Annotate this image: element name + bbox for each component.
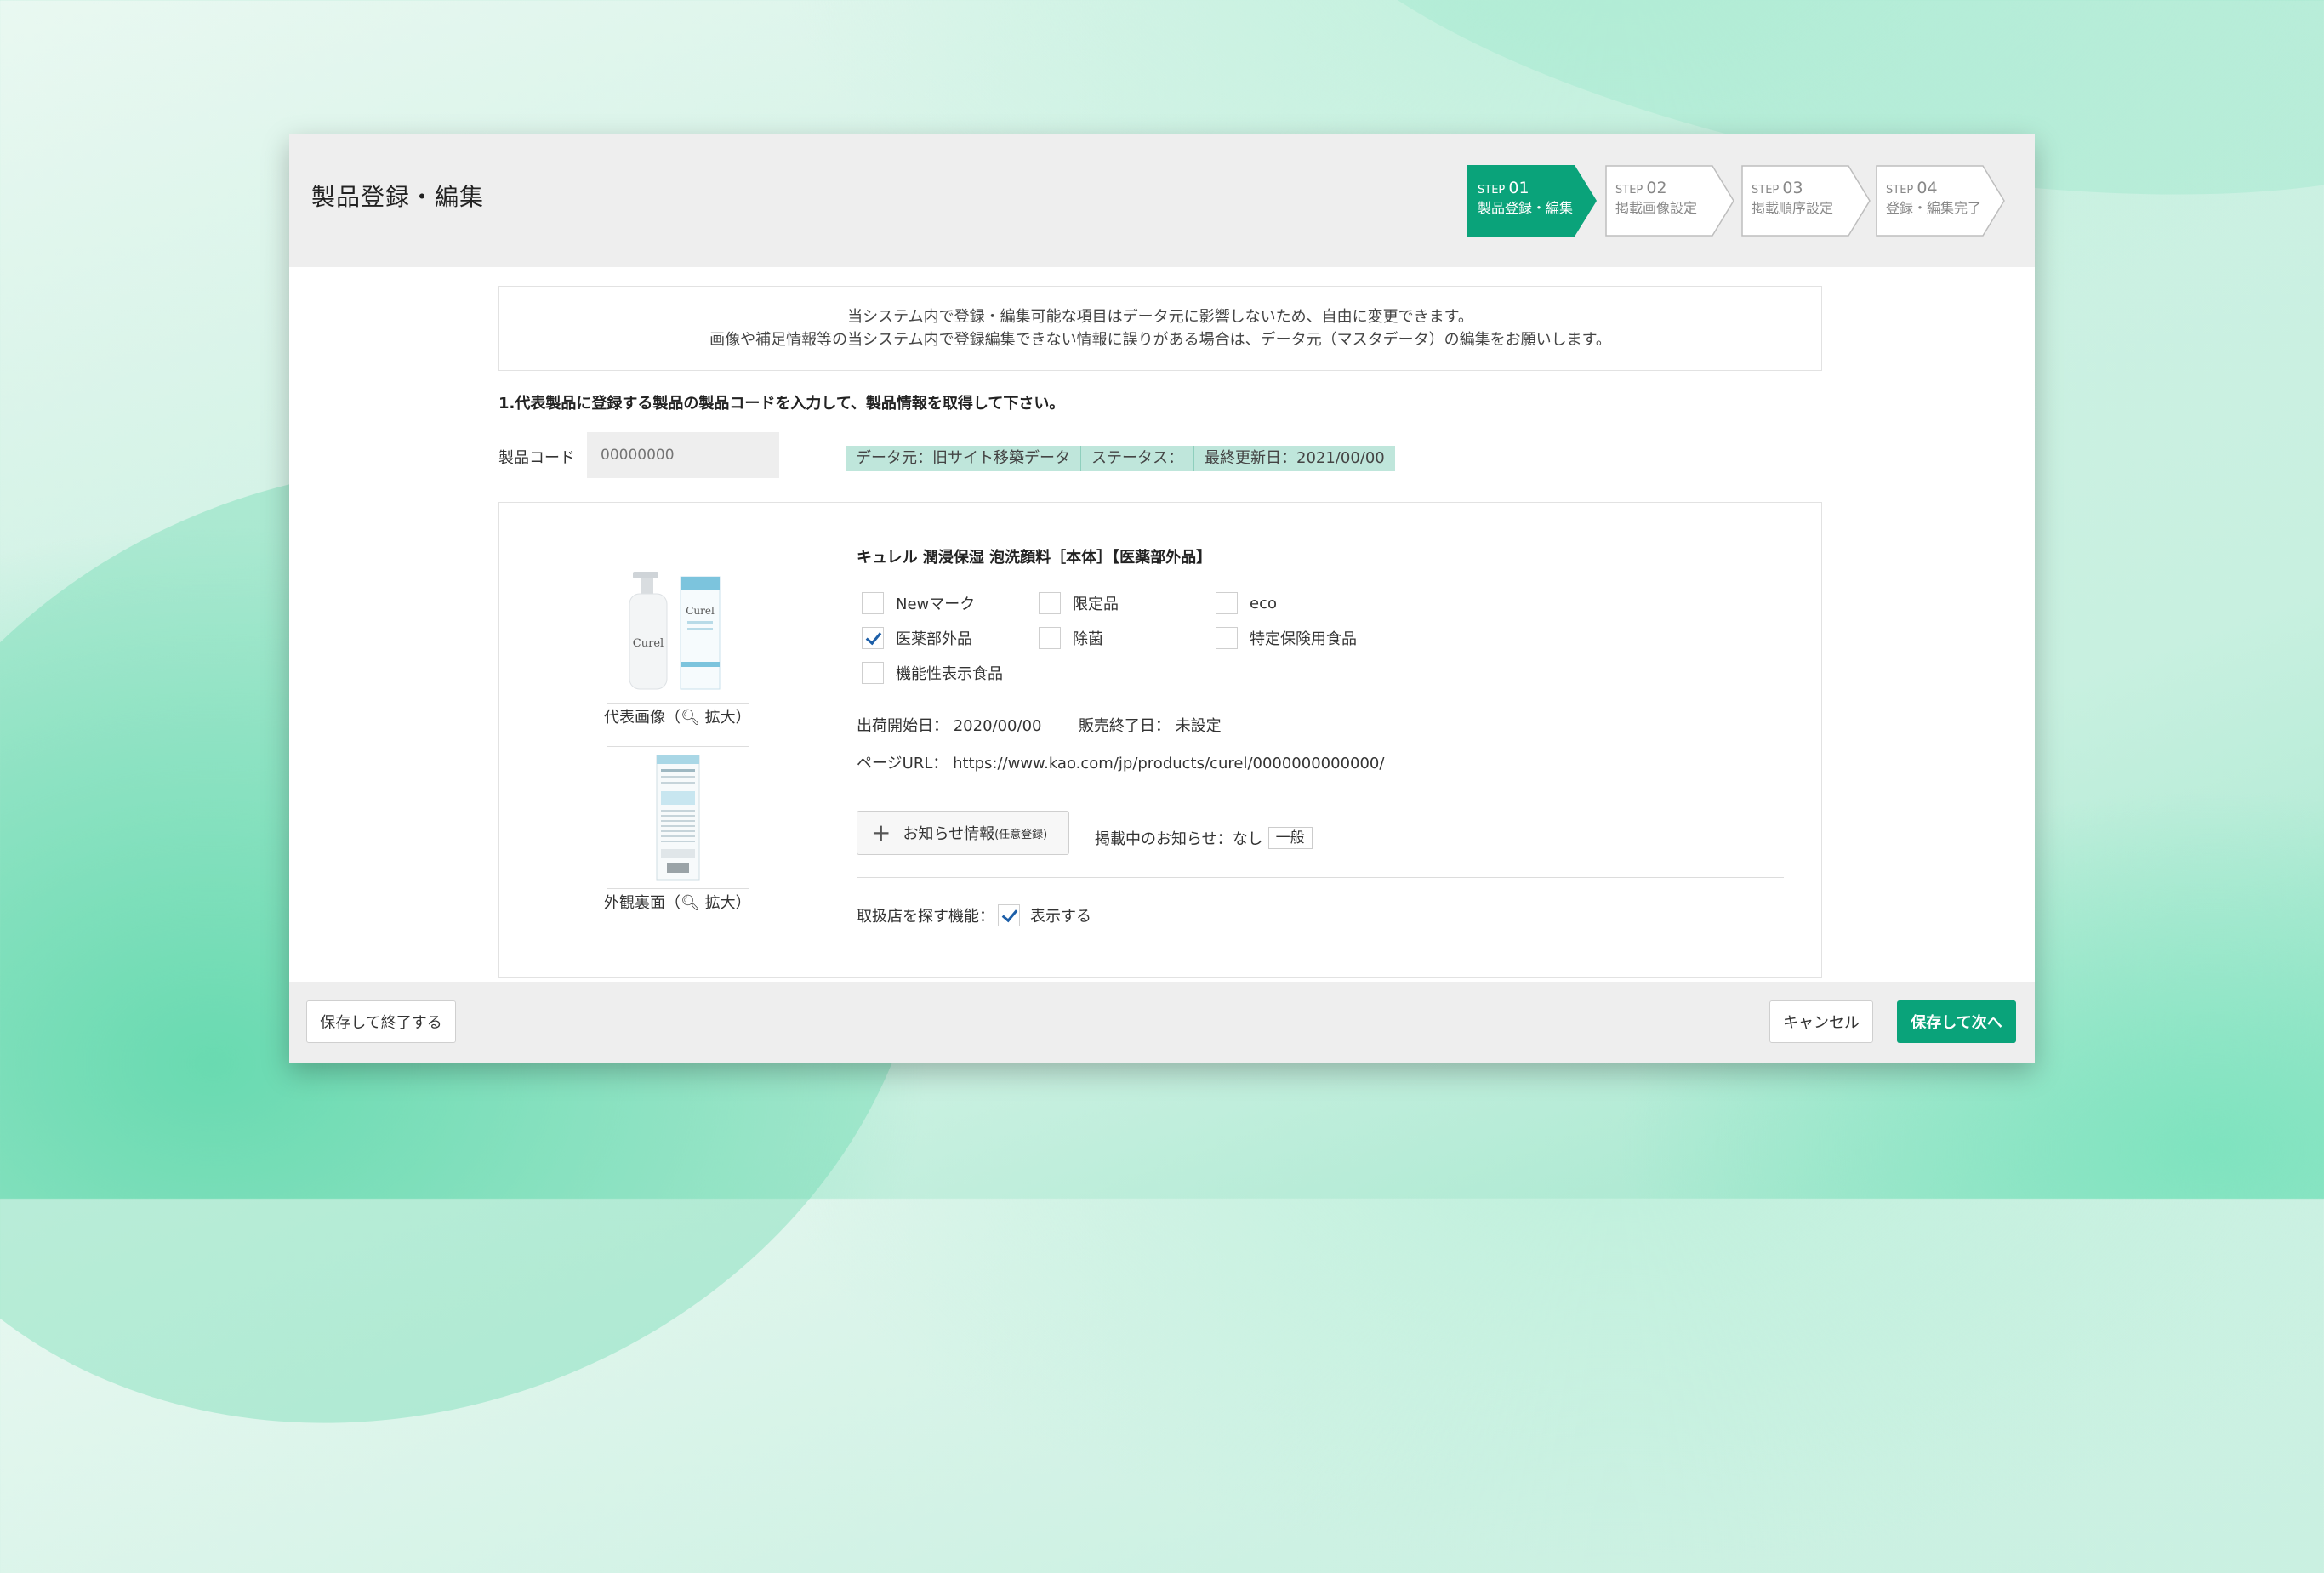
step-02: STEP 02 掲載画像設定: [1605, 165, 1734, 237]
checkbox-functional-food[interactable]: 機能性表示食品: [862, 662, 1003, 684]
product-code-input[interactable]: [587, 432, 779, 478]
brand-text: Curel: [633, 637, 664, 650]
step-label: 掲載順序設定: [1752, 200, 1834, 216]
section-title: 1.代表製品に登録する製品の製品コードを入力して、製品情報を取得して下さい。: [498, 395, 1065, 413]
product-code-label: 製品コード: [498, 449, 575, 467]
step-prefix: STEP: [1615, 184, 1643, 197]
product-back-image: [656, 755, 700, 881]
meta-info-strip: データ元：旧サイト移築データ ステータス： 最終更新日：2021/00/00: [846, 446, 1395, 471]
step-label: 製品登録・編集: [1478, 200, 1574, 216]
checkbox-label: 機能性表示食品: [896, 665, 1003, 683]
step-prefix: STEP: [1886, 184, 1914, 197]
product-name: キュレル 潤浸保湿 泡洗顔料［本体］【医薬部外品】: [857, 549, 1212, 567]
notice-box: 当システム内で登録・編集可能な項目はデータ元に影響しないため、自由に変更できます…: [498, 286, 1822, 371]
news-category-tag: 一般: [1267, 827, 1313, 849]
checkbox-label: 限定品: [1073, 596, 1119, 613]
news-button-note: (任意登録): [994, 828, 1048, 841]
notice-line: 当システム内で登録・編集可能な項目はデータ元に影響しないため、自由に変更できます…: [847, 308, 1473, 326]
add-news-button[interactable]: + お知らせ情報 (任意登録): [857, 811, 1069, 855]
checkbox-box[interactable]: [1039, 627, 1061, 649]
cancel-button[interactable]: キャンセル: [1769, 1000, 1873, 1043]
checkbox-box-checked[interactable]: [862, 627, 884, 649]
caption-text: 代表画像（: [604, 709, 681, 727]
last-updated: 最終更新日：2021/00/00: [1205, 449, 1385, 467]
checkbox-box[interactable]: [862, 662, 884, 684]
checkbox-label: eco: [1250, 594, 1277, 613]
brand-text: Curel: [686, 605, 715, 617]
checkbox-box[interactable]: [1216, 592, 1238, 614]
checkbox-label: Newマーク: [896, 596, 976, 613]
checkbox-box[interactable]: [862, 592, 884, 614]
checkbox-label: 除菌: [1073, 630, 1103, 648]
save-and-exit-button[interactable]: 保存して終了する: [306, 1000, 456, 1043]
notice-line: 画像や補足情報等の当システム内で登録編集できない情報に誤りがある場合は、データ元…: [709, 331, 1611, 349]
product-bottle-image: Curel Curel: [629, 572, 721, 690]
checkbox-sterilization[interactable]: 除菌: [1039, 627, 1103, 649]
caption-text: 拡大）: [704, 709, 751, 727]
checkbox-quasi-drug[interactable]: 医薬部外品: [862, 627, 972, 649]
product-dates: 出荷開始日： 2020/00/00 販売終了日： 未設定: [857, 714, 1222, 736]
save-and-next-button[interactable]: 保存して次へ: [1897, 1000, 2016, 1043]
step-prefix: STEP: [1478, 184, 1506, 197]
store-finder-checkbox[interactable]: [998, 904, 1020, 926]
caption-text: 外観裏面（: [604, 894, 681, 912]
step-number: 01: [1508, 179, 1529, 197]
main-content: 当システム内で登録・編集可能な項目はデータ元に影響しないため、自由に変更できます…: [289, 267, 2035, 978]
status: ステータス：: [1081, 446, 1194, 471]
main-image-caption[interactable]: 代表画像（🔍︎ 拡大）: [604, 705, 751, 727]
page-title: 製品登録・編集: [311, 183, 485, 211]
checkbox-foshu[interactable]: 特定保険用食品: [1216, 627, 1357, 649]
news-button-label: お知らせ情報: [903, 825, 995, 843]
header: 製品登録・編集 STEP 01 製品登録・編集 STEP 02 掲載画像設定 S…: [289, 134, 2035, 267]
back-image-caption[interactable]: 外観裏面（🔍︎ 拡大）: [604, 891, 751, 913]
checkbox-box[interactable]: [1039, 592, 1061, 614]
footer-bar: 保存して終了する キャンセル 保存して次へ: [289, 982, 2035, 1063]
store-finder-value: 表示する: [1030, 908, 1091, 926]
step-prefix: STEP: [1752, 184, 1780, 197]
step-number: 04: [1917, 179, 1938, 197]
caption-text: 拡大）: [704, 894, 751, 912]
back-product-image[interactable]: [607, 746, 749, 889]
checkbox-eco[interactable]: eco: [1216, 592, 1277, 614]
main-product-image[interactable]: Curel Curel: [607, 561, 749, 704]
sale-end-date: 販売終了日： 未設定: [1078, 717, 1222, 735]
plus-icon: +: [871, 818, 891, 846]
divider: [857, 877, 1784, 878]
step-03: STEP 03 掲載順序設定: [1741, 165, 1871, 237]
step-number: 02: [1646, 179, 1667, 197]
step-01: STEP 01 製品登録・編集: [1467, 165, 1597, 237]
store-finder-label: 取扱店を探す機能：: [857, 908, 994, 926]
product-info-panel: Curel Curel 代表画像（🔍︎ 拡大） 外観裏面（🔍︎ 拡大） キュレル…: [498, 502, 1822, 978]
ship-start-date: 出荷開始日： 2020/00/00: [857, 717, 1042, 735]
checkbox-new-mark[interactable]: Newマーク: [862, 592, 975, 614]
product-edit-window: 製品登録・編集 STEP 01 製品登録・編集 STEP 02 掲載画像設定 S…: [289, 134, 2035, 1063]
step-label: 登録・編集完了: [1886, 200, 1982, 216]
news-status: 掲載中のお知らせ：なし 一般: [1095, 827, 1313, 849]
news-status-text: 掲載中のお知らせ：なし: [1095, 830, 1263, 848]
checkbox-label: 医薬部外品: [896, 630, 972, 648]
zoom-icon: 🔍︎: [681, 894, 700, 912]
page-url: ページURL： https://www.kao.com/jp/products/…: [857, 755, 1385, 772]
step-number: 03: [1782, 179, 1803, 197]
checkbox-limited[interactable]: 限定品: [1039, 592, 1119, 614]
step-label: 掲載画像設定: [1615, 200, 1698, 216]
store-finder-setting: 取扱店を探す機能： 表示する: [857, 904, 1091, 926]
zoom-icon: 🔍︎: [681, 709, 700, 727]
data-source: データ元：旧サイト移築データ: [846, 446, 1081, 471]
step-04: STEP 04 登録・編集完了: [1876, 165, 2005, 237]
checkbox-label: 特定保険用食品: [1250, 630, 1357, 648]
checkbox-box[interactable]: [1216, 627, 1238, 649]
